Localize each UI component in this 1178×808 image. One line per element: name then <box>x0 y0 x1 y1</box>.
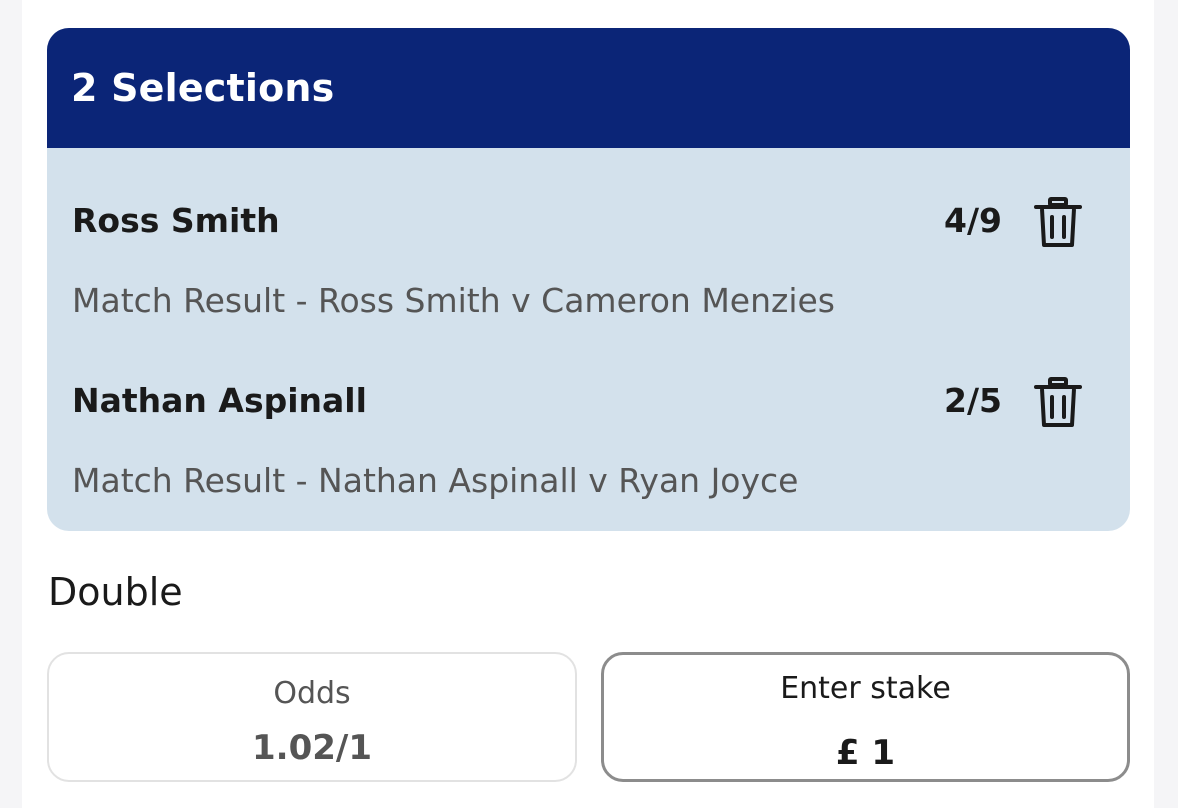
selection-item: Ross Smith 4/9 Match Result - Ross Smith… <box>47 197 1130 351</box>
odds-value: 1.02/1 <box>252 728 372 768</box>
trash-icon[interactable] <box>1034 197 1082 249</box>
stake-value[interactable]: £ 1 <box>604 733 1127 773</box>
selections-card: 2 Selections Ross Smith 4/9 Match Result… <box>47 28 1130 531</box>
odds-label: Odds <box>273 676 351 711</box>
selection-market: Match Result - Nathan Aspinall v Ryan Jo… <box>72 461 799 500</box>
selection-name: Nathan Aspinall <box>72 381 367 420</box>
stake-label: Enter stake <box>780 671 951 706</box>
selection-market: Match Result - Ross Smith v Cameron Menz… <box>72 281 835 320</box>
odds-display: Odds 1.02/1 <box>47 652 577 782</box>
selections-header: 2 Selections <box>47 28 1130 148</box>
stake-input[interactable]: Enter stake £ 1 <box>601 652 1130 782</box>
selection-name: Ross Smith <box>72 201 280 240</box>
trash-icon[interactable] <box>1034 377 1082 429</box>
selection-item: Nathan Aspinall 2/5 Match Result - Natha… <box>47 377 1130 531</box>
selection-odds: 4/9 <box>944 201 1002 240</box>
selections-count-title: 2 Selections <box>71 66 335 110</box>
selection-odds: 2/5 <box>944 381 1002 420</box>
bet-type-title: Double <box>48 570 183 614</box>
